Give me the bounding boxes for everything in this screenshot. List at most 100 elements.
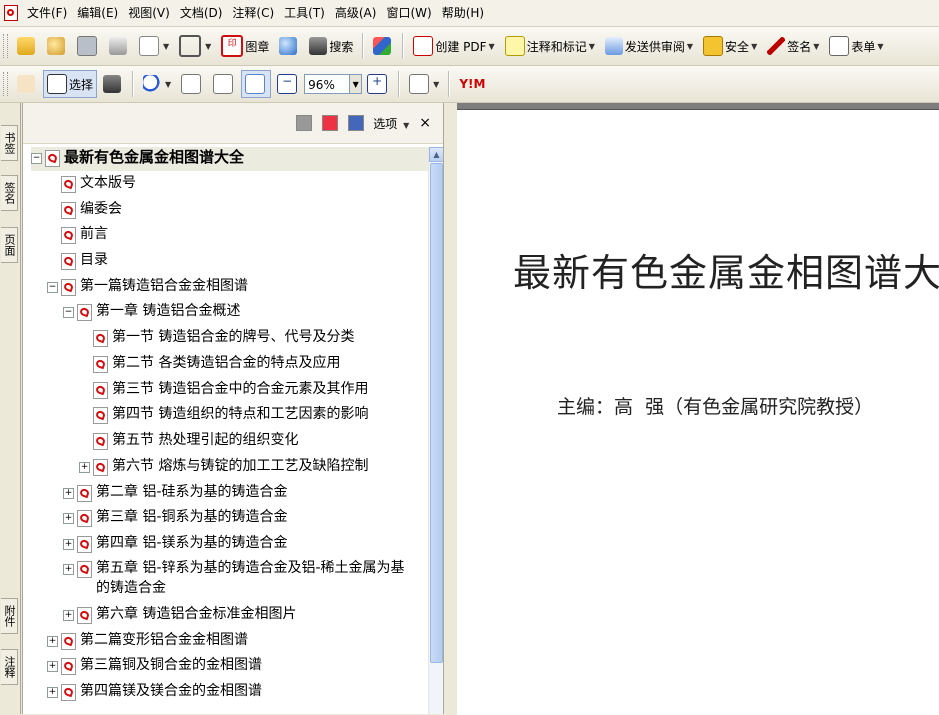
fit-page-button[interactable] — [209, 70, 239, 98]
yahoo-button[interactable]: Y!M — [455, 70, 489, 98]
expand-icon[interactable]: + — [63, 539, 74, 550]
save-icon — [77, 36, 97, 56]
expand-icon[interactable]: + — [47, 636, 58, 647]
bookmark-item[interactable]: + 第四章 铝-镁系为基的铸造合金 — [63, 533, 288, 557]
bookmark-item[interactable]: − 第一篇铸造铝合金金相图谱 — [47, 276, 248, 300]
dropdown-arrow-icon: ▼ — [403, 120, 410, 130]
scroll-up-icon[interactable]: ▲ — [429, 147, 444, 162]
pen-icon — [767, 37, 786, 55]
create-pdf-button[interactable]: 创建 PDF ▼ — [409, 32, 498, 60]
tasks-button[interactable] — [369, 32, 397, 60]
forms-button[interactable]: 表单 ▼ — [825, 32, 887, 60]
delete-bookmark-icon[interactable] — [296, 115, 313, 131]
save-button[interactable] — [73, 32, 103, 60]
select-tool-button[interactable]: 选择 — [43, 70, 98, 98]
zoom-in-button[interactable]: + — [363, 70, 393, 98]
search-button[interactable]: 搜索 — [305, 32, 357, 60]
expand-icon[interactable]: + — [63, 564, 74, 575]
bookmark-item[interactable]: 编委会 — [47, 199, 122, 223]
web-button[interactable] — [275, 32, 303, 60]
menu-view[interactable]: 视图(V) — [123, 0, 175, 26]
expand-icon[interactable]: + — [63, 513, 74, 524]
bookmark-item[interactable]: 第五节 热处理引起的组织变化 — [79, 430, 298, 454]
zoom-input[interactable]: 96% — [304, 74, 351, 94]
bookmark-item[interactable]: + 第六节 熔炼与铸锭的加工工艺及缺陷控制 — [79, 456, 368, 480]
bookmark-item[interactable]: − 第一章 铸造铝合金概述 — [63, 301, 240, 325]
toolbar-grip[interactable] — [3, 72, 8, 96]
options-menu[interactable]: 选项 ▼ — [373, 115, 409, 132]
bookmark-item[interactable]: + 第三章 铝-铜系为基的铸造合金 — [63, 507, 288, 531]
tab-bookmarks[interactable]: 书签 — [1, 125, 18, 161]
attach-button[interactable]: ▼ — [175, 32, 215, 60]
bookmark-item[interactable]: + 第四篇镁及镁合金的金相图谱 — [47, 681, 262, 705]
menu-comments[interactable]: 注释(C) — [227, 0, 279, 26]
document-page: 最新有色金属金相图谱大全 主编：高 强（有色金属研究院教授） — [457, 109, 939, 715]
rotate-button[interactable]: ▼ — [405, 70, 443, 98]
collapse-icon[interactable]: − — [47, 282, 58, 293]
bookmark-item[interactable]: 文本版号 — [47, 173, 136, 197]
expand-icon[interactable]: + — [47, 661, 58, 672]
open-button[interactable] — [13, 32, 41, 60]
bookmark-item[interactable]: + 第六章 铸造铝合金标准金相图片 — [63, 604, 296, 628]
menu-window[interactable]: 窗口(W) — [381, 0, 436, 26]
tab-comments[interactable]: 注释 — [1, 649, 18, 685]
email-button[interactable]: ▼ — [135, 32, 173, 60]
bookmark-label: 第六节 熔炼与铸锭的加工工艺及缺陷控制 — [112, 458, 369, 474]
zoom-tool-button[interactable]: ▼ — [139, 70, 175, 98]
expand-icon[interactable]: + — [63, 610, 74, 621]
bookmark-item[interactable]: 目录 — [47, 250, 108, 274]
bookmark-label: 第六章 铸造铝合金标准金相图片 — [96, 606, 297, 622]
sign-button[interactable]: 签名 ▼ — [763, 32, 823, 60]
fit-width-button[interactable] — [241, 70, 272, 98]
print-button[interactable] — [105, 32, 133, 60]
actual-size-button[interactable] — [177, 70, 207, 98]
close-panel-button[interactable]: × — [419, 115, 431, 131]
menu-tools[interactable]: 工具(T) — [279, 0, 330, 26]
expand-bookmark-icon[interactable] — [348, 115, 365, 131]
collapse-icon[interactable]: − — [31, 153, 42, 164]
new-bookmark-icon[interactable] — [322, 115, 339, 131]
bookmark-label: 第二节 各类铸造铝合金的特点及应用 — [112, 355, 341, 371]
bookmark-item[interactable]: + 第五章 铝-锌系为基的铸造合金及铝-稀土金属为基 的铸造合金 — [63, 558, 405, 602]
tab-signatures[interactable]: 签名 — [1, 175, 18, 211]
menu-document[interactable]: 文档(D) — [175, 0, 228, 26]
comment-markup-button[interactable]: 注释和标记 ▼ — [501, 32, 599, 60]
bookmark-item[interactable]: 第三节 铸造铝合金中的合金元素及其作用 — [79, 379, 368, 403]
bookmark-scrollbar[interactable]: ▲ — [428, 147, 444, 714]
bookmark-item[interactable]: + 第二章 铝-硅系为基的铸造合金 — [63, 482, 288, 506]
expand-icon[interactable]: + — [63, 488, 74, 499]
document-subtitle: 主编：高 强（有色金属研究院教授） — [557, 396, 874, 418]
open-cd-button[interactable] — [43, 32, 71, 60]
document-title: 最新有色金属金相图谱大全 — [513, 251, 939, 295]
panel-splitter[interactable] — [443, 103, 457, 714]
menu-help[interactable]: 帮助(H) — [437, 0, 489, 26]
hand-tool-button[interactable] — [13, 70, 41, 98]
bookmark-label: 最新有色金属金相图谱大全 — [64, 148, 245, 166]
expand-icon[interactable]: + — [47, 687, 58, 698]
zoom-out-button[interactable]: − — [273, 70, 303, 98]
bookmark-item[interactable]: + 第二篇变形铝合金金相图谱 — [47, 630, 248, 654]
minus-icon: − — [277, 74, 298, 94]
stamp-icon: 印 — [221, 35, 244, 57]
bookmark-item[interactable]: + 第三篇铜及铜合金的金相图谱 — [47, 655, 262, 679]
tab-pages[interactable]: 页面 — [1, 227, 18, 263]
menu-file[interactable]: 文件(F) — [22, 0, 72, 26]
tab-attachments[interactable]: 附件 — [1, 598, 18, 634]
scroll-thumb[interactable] — [430, 163, 443, 663]
bookmark-item[interactable]: 前言 — [47, 224, 108, 248]
menu-advanced[interactable]: 高级(A) — [330, 0, 382, 26]
send-review-button[interactable]: 发送供审阅 ▼ — [601, 32, 697, 60]
bookmark-item[interactable]: 第二节 各类铸造铝合金的特点及应用 — [79, 353, 340, 377]
snapshot-button[interactable] — [99, 70, 127, 98]
security-button[interactable]: 安全 ▼ — [699, 32, 761, 60]
menu-edit[interactable]: 编辑(E) — [72, 0, 123, 26]
collapse-icon[interactable]: − — [63, 307, 74, 318]
zoom-dropdown[interactable]: ▼ — [350, 74, 363, 94]
toolbar-grip[interactable] — [3, 34, 8, 58]
bookmark-item[interactable]: 第四节 铸造组织的特点和工艺因素的影响 — [79, 404, 368, 428]
stamp-button[interactable]: 印图章 — [217, 32, 273, 60]
bookmark-item[interactable]: − 最新有色金属金相图谱大全 — [31, 147, 428, 171]
bookmark-pdf-icon — [61, 684, 76, 701]
expand-icon[interactable]: + — [79, 462, 90, 473]
bookmark-item[interactable]: 第一节 铸造铝合金的牌号、代号及分类 — [79, 327, 354, 351]
